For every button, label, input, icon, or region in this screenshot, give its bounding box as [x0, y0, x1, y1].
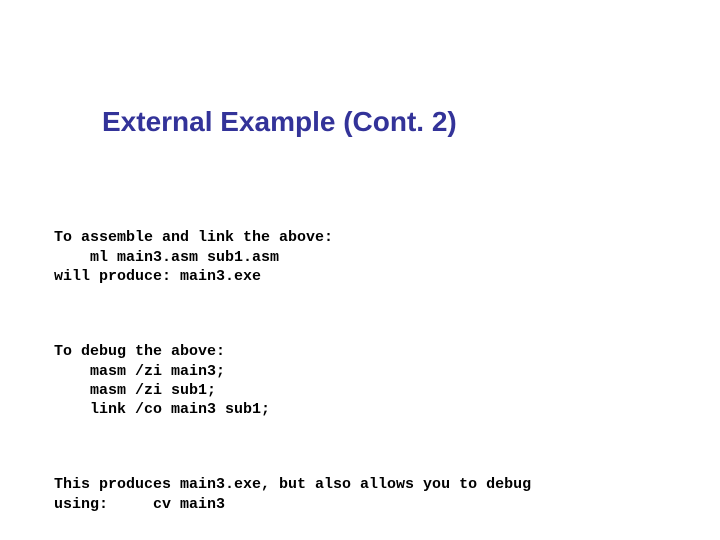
slide: External Example (Cont. 2) To assemble a…	[0, 0, 720, 540]
slide-title: External Example (Cont. 2)	[102, 106, 457, 138]
paragraph-assemble-link: To assemble and link the above: ml main3…	[54, 228, 700, 286]
paragraph-produces: This produces main3.exe, but also allows…	[54, 475, 700, 513]
slide-body: To assemble and link the above: ml main3…	[54, 190, 700, 540]
paragraph-debug: To debug the above: masm /zi main3; masm…	[54, 342, 700, 419]
